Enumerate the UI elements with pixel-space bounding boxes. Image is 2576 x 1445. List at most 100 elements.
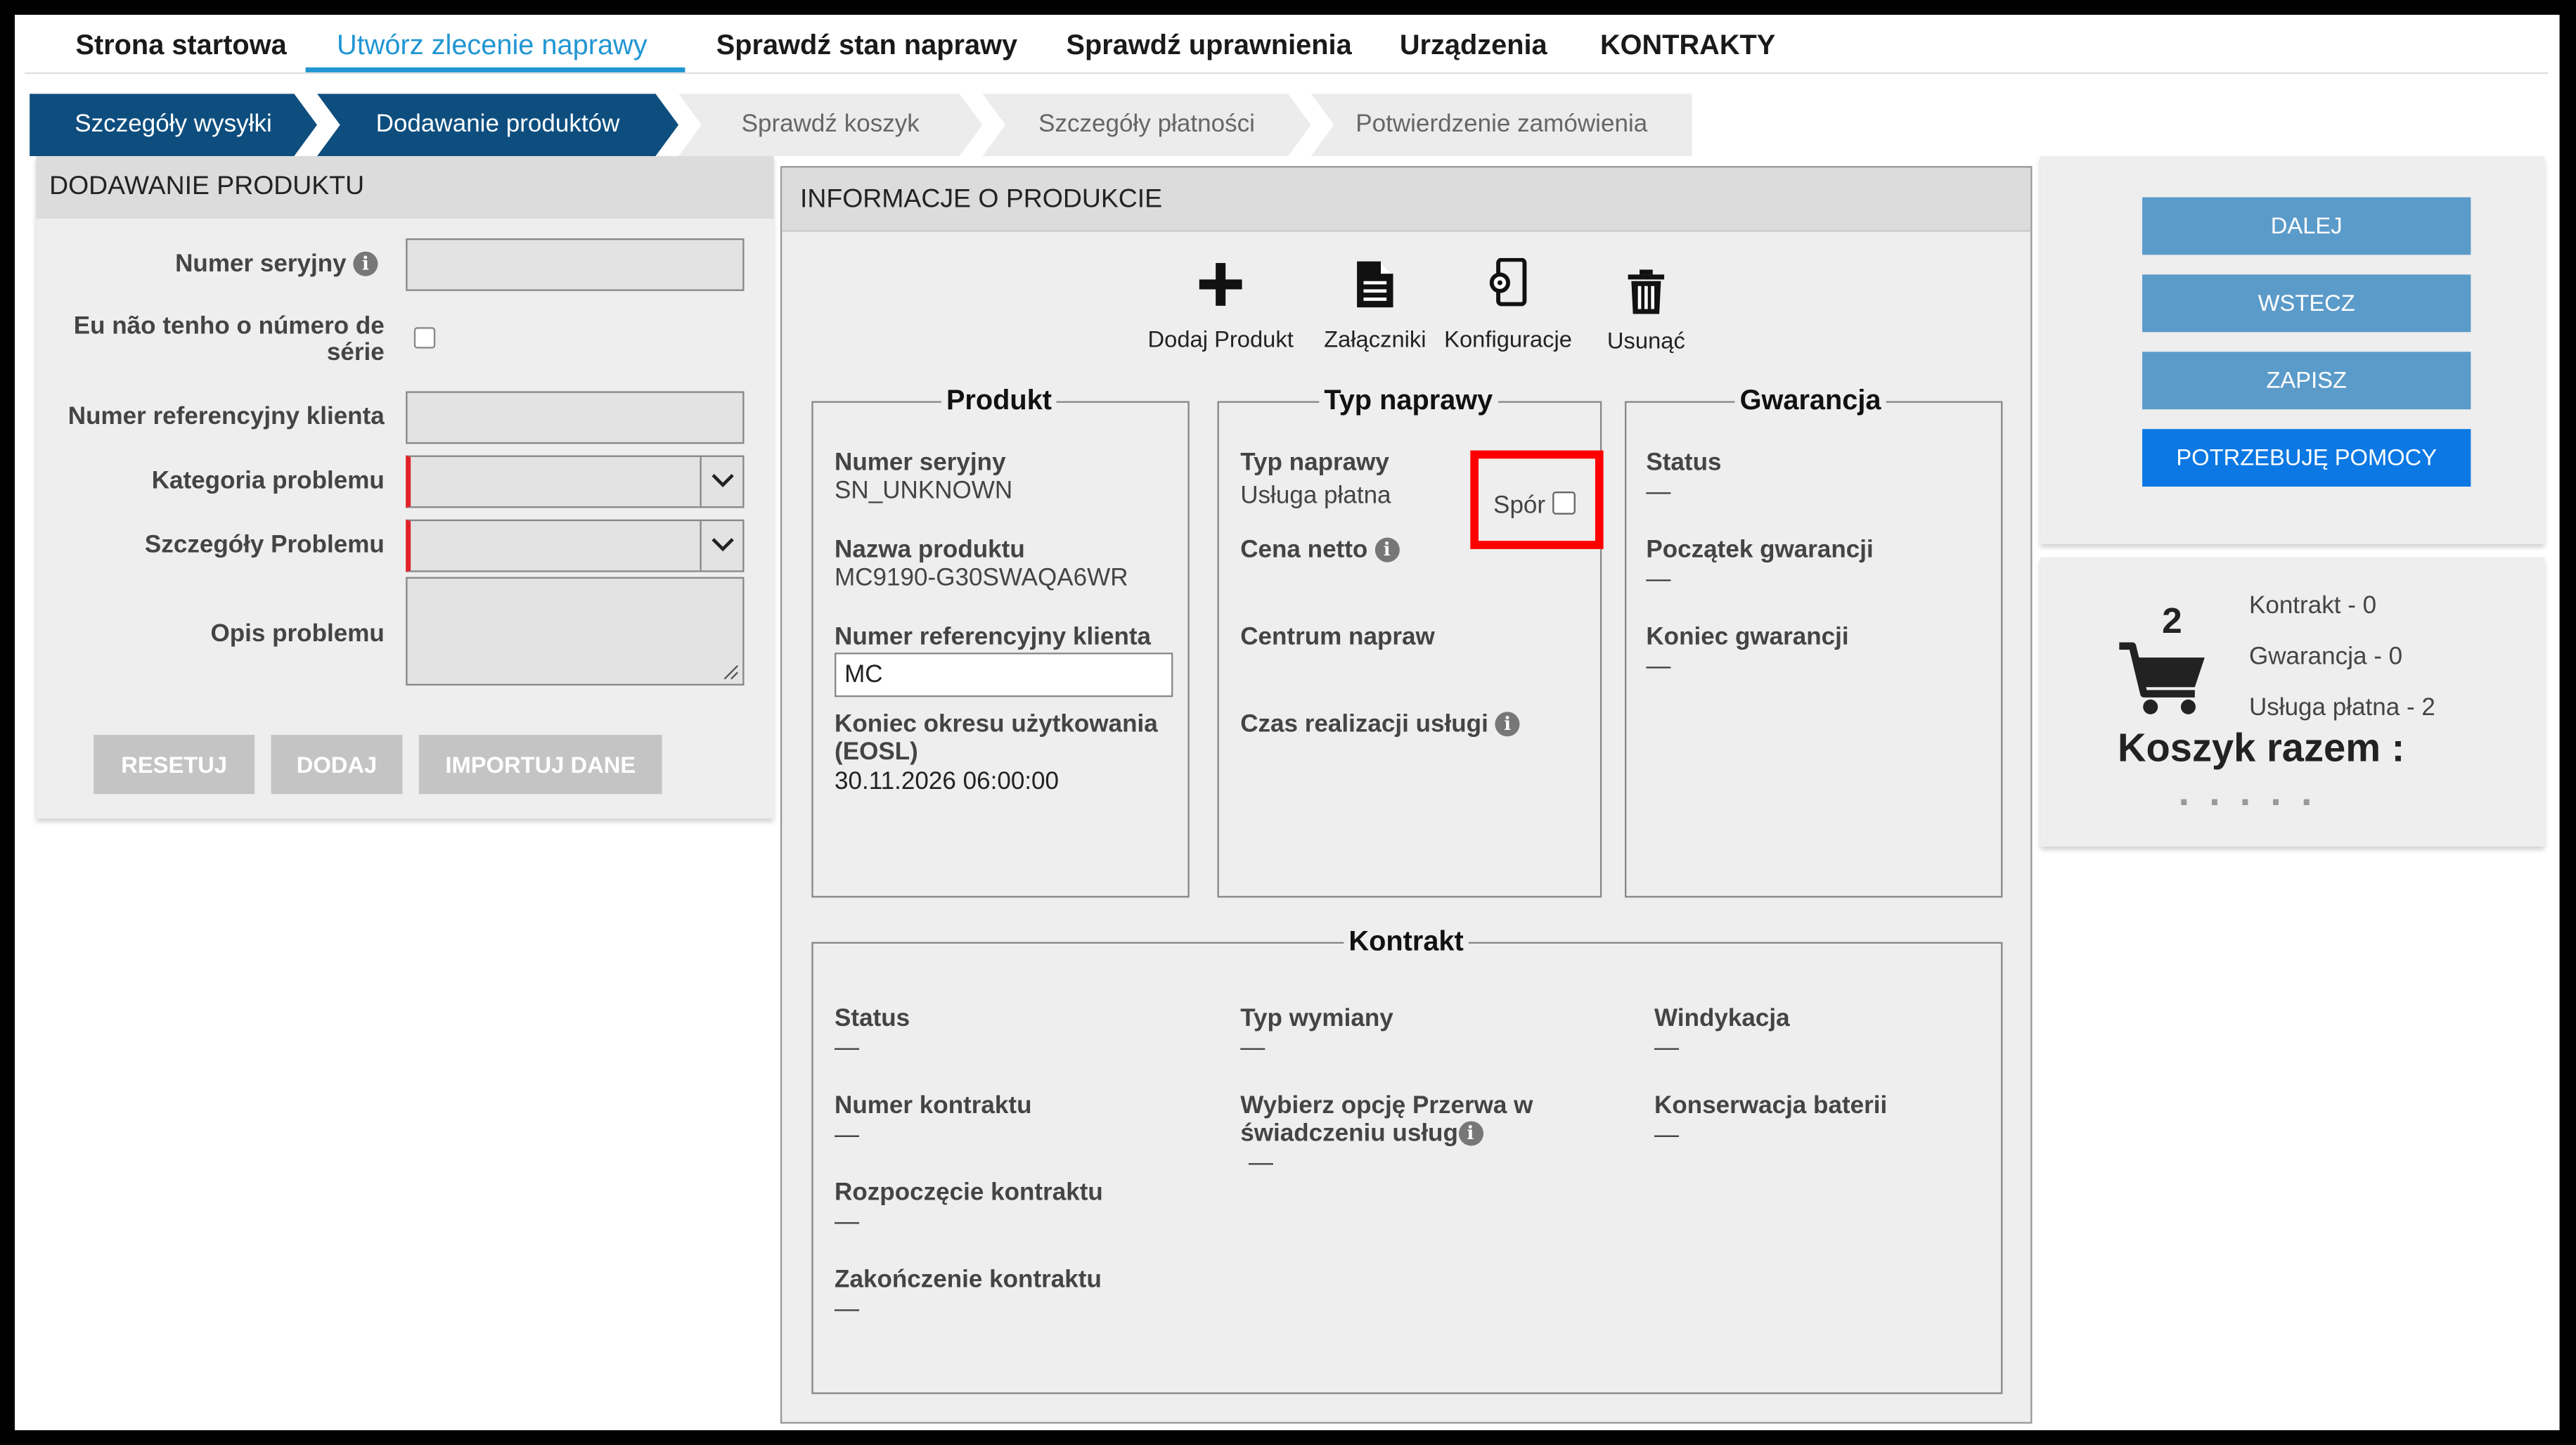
resize-handle-icon[interactable] [723, 664, 739, 681]
serial-number-label: Numer seryjny i [175, 250, 378, 278]
customer-ref-input[interactable] [406, 391, 745, 444]
dispute-label: Spór [1493, 492, 1546, 520]
next-button[interactable]: DALEJ [2142, 197, 2471, 255]
no-serial-label: Eu não tenho o número de série [74, 313, 385, 367]
warranty-status-label: Status [1646, 449, 1722, 477]
service-break-label-line1: Wybierz opcję Przerwa w [1240, 1091, 1533, 1120]
product-name-label: Nazwa produktu [835, 536, 1025, 564]
nav-contracts[interactable]: KONTRAKTY [1600, 30, 1775, 63]
problem-category-select[interactable] [406, 455, 745, 508]
info-icon[interactable]: i [1374, 537, 1400, 563]
warranty-legend: Gwarancja [1734, 385, 1886, 418]
warranty-end-value: — [1646, 653, 1671, 681]
problem-description-textarea[interactable] [406, 577, 745, 686]
page: Strona startowa Utwórz zlecenie naprawy … [15, 15, 2560, 1430]
contract-number-label: Numer kontraktu [835, 1091, 1032, 1120]
customer-ref-label: Numer referencyjny klienta [67, 402, 385, 431]
repair-type-value: Usługa płatna [1240, 482, 1391, 510]
no-serial-checkbox[interactable] [413, 327, 436, 349]
chevron-down-icon [700, 521, 742, 571]
cart-total-value-hidden: · · · · · [2178, 781, 2318, 826]
attachments-tool-label: Załączniki [1324, 325, 1427, 352]
problem-category-label: Kategoria problemu [151, 466, 385, 495]
problem-details-label: Szczegóły Problemu [144, 531, 385, 559]
problem-description-label: Opis problemu [210, 619, 385, 648]
product-info-title: INFORMACJE O PRODUKCIE [782, 167, 2031, 232]
info-icon[interactable]: i [1457, 1121, 1483, 1146]
repair-center-label: Centrum napraw [1240, 623, 1435, 651]
product-serial-value: SN_UNKNOWN [835, 476, 1013, 505]
serial-number-input[interactable] [406, 238, 745, 291]
service-break-value: — [1248, 1149, 1273, 1177]
product-ref-input[interactable]: MC [835, 653, 1173, 698]
exchange-type-label: Typ wymiany [1240, 1004, 1393, 1033]
document-icon [1357, 261, 1393, 308]
save-button[interactable]: ZAPISZ [2142, 352, 2471, 410]
net-price-label: Cena netto i [1240, 536, 1400, 564]
contract-start-value: — [835, 1208, 860, 1237]
contract-end-value: — [835, 1295, 860, 1324]
step-check-cart[interactable]: Sprawdź koszyk [678, 94, 982, 156]
add-button[interactable]: DODAJ [271, 735, 403, 795]
problem-details-select[interactable] [406, 519, 745, 572]
step-shipping[interactable]: Szczegóły wysyłki [30, 94, 317, 156]
cart-contract-count: Kontrakt - 0 [2248, 591, 2377, 620]
service-time-label-text: Czas realizacji usługi [1240, 709, 1488, 738]
step-add-products[interactable]: Dodawanie produktów [317, 94, 678, 156]
info-icon[interactable]: i [1495, 712, 1520, 737]
cart-count-badge: 2 [2162, 600, 2182, 641]
service-time-label: Czas realizacji usługi i [1240, 709, 1520, 738]
trash-icon [1628, 269, 1665, 314]
step-confirmation[interactable]: Potwierdzenie zamówienia [1310, 94, 1692, 157]
eosl-label-line2: (EOSL) [835, 738, 918, 766]
nav-devices[interactable]: Urządzenia [1400, 30, 1547, 63]
product-name-value: MC9190-G30SWAQA6WR [835, 563, 1128, 592]
add-product-title: DODAWANIE PRODUKTU [36, 156, 774, 219]
warranty-end-label: Koniec gwarancji [1646, 623, 1849, 651]
recovery-value: — [1654, 1034, 1680, 1062]
add-product-panel: DODAWANIE PRODUKTU Numer seryjny i Eu nã… [36, 156, 774, 819]
back-button[interactable]: WSTECZ [2142, 274, 2471, 333]
eosl-value: 30.11.2026 06:00:00 [835, 767, 1060, 796]
configurations-tool-label: Konfiguracje [1444, 325, 1573, 352]
eosl-label-line1: Koniec okresu użytkowania [835, 709, 1158, 738]
cart-warranty-count: Gwarancja - 0 [2248, 643, 2403, 671]
cart-paid-service-count: Usługa płatna - 2 [2248, 693, 2435, 722]
nav-active-underline [305, 67, 685, 72]
nav-home[interactable]: Strona startowa [75, 30, 286, 63]
add-product-tool-label: Dodaj Produkt [1147, 325, 1294, 352]
contract-fieldset: Kontrakt Status — Numer kontraktu — Rozp… [811, 925, 2003, 1394]
delete-tool-label: Usunąć [1606, 327, 1685, 354]
nav-divider [25, 72, 2549, 75]
step-payment[interactable]: Szczegóły płatności [982, 94, 1310, 156]
exchange-type-value: — [1240, 1034, 1266, 1062]
battery-maintenance-label: Konserwacja baterii [1654, 1091, 1888, 1120]
nav-repair-status[interactable]: Sprawdź stan naprawy [716, 30, 1017, 63]
warranty-status-value: — [1646, 478, 1671, 507]
service-break-label-line2: świadczeniu usług i [1240, 1119, 1483, 1148]
service-break-label-text: świadczeniu usług [1240, 1119, 1458, 1148]
plus-icon [1199, 263, 1242, 306]
info-icon[interactable]: i [353, 251, 378, 276]
warranty-fieldset: Gwarancja Status — Początek gwarancji — … [1624, 385, 2003, 898]
shopping-cart-icon [2119, 642, 2205, 714]
product-legend: Produkt [941, 385, 1057, 418]
import-data-button[interactable]: IMPORTUJ DANE [418, 735, 662, 795]
dispute-highlight: Spór [1470, 450, 1604, 549]
serial-number-label-text: Numer seryjny [175, 250, 347, 278]
chevron-down-icon [700, 456, 742, 507]
need-help-button[interactable]: POTRZEBUJĘ POMOCY [2142, 429, 2471, 487]
contract-number-value: — [835, 1121, 860, 1150]
reset-button[interactable]: RESETUJ [94, 735, 255, 795]
dispute-checkbox[interactable] [1552, 492, 1576, 515]
device-settings-icon [1489, 258, 1527, 307]
contract-status-value: — [835, 1034, 860, 1062]
contract-status-label: Status [835, 1004, 910, 1033]
nav-entitlements[interactable]: Sprawdź uprawnienia [1067, 30, 1352, 63]
contract-start-label: Rozpoczęcie kontraktu [835, 1179, 1103, 1207]
product-fieldset: Produkt Numer seryjny SN_UNKNOWN Nazwa p… [811, 385, 1190, 898]
cart-total-label: Koszyk razem : [2118, 726, 2405, 771]
nav-create-repair[interactable]: Utwórz zlecenie naprawy [337, 30, 648, 63]
net-price-label-text: Cena netto [1240, 536, 1368, 564]
warranty-start-value: — [1646, 565, 1671, 593]
